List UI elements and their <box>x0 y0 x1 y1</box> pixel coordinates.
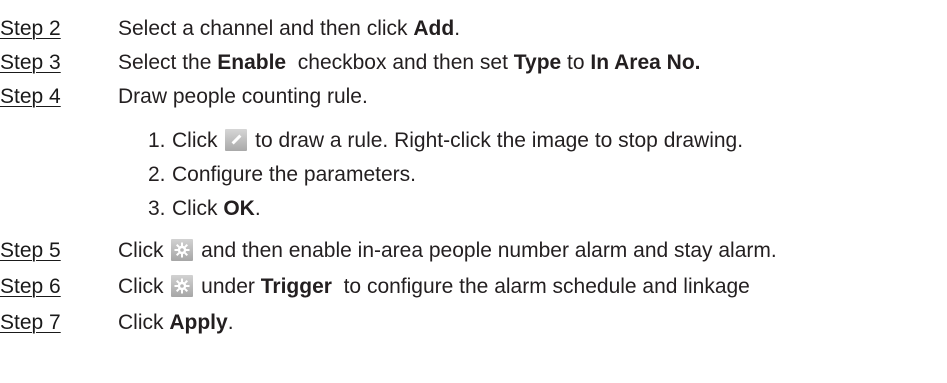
trigger-keyword: Trigger <box>260 275 332 298</box>
apply-keyword: Apply <box>169 311 228 334</box>
step-text: Draw people counting rule. <box>118 85 368 108</box>
step-label: Step 5 <box>0 239 61 262</box>
step-label: Step 7 <box>0 311 61 334</box>
step-label: Step 6 <box>0 275 61 298</box>
in-area-no-keyword: In Area No. <box>590 51 701 74</box>
step-text: Select the Enable checkbox and then set … <box>118 48 700 78</box>
text-segment: Click <box>118 275 170 298</box>
step-text: Click Apply. <box>118 308 234 338</box>
substep-1-row: 1. Click to draw a rule. Right-click the … <box>148 126 743 156</box>
gear-icon <box>171 239 194 261</box>
text-segment: Click <box>118 239 170 262</box>
text-segment: Click <box>172 129 224 152</box>
gear-icon <box>171 275 194 297</box>
text-segment: checkbox and then set <box>286 51 514 74</box>
text-segment: to draw a rule. Right-click the image to… <box>249 129 744 152</box>
text-segment: Click <box>118 311 170 334</box>
pencil-edit-icon <box>225 129 248 151</box>
substep-number: 2. <box>148 163 166 186</box>
text-segment: Configure the parameters. <box>172 163 416 186</box>
step-text: Select a channel and then click Add. <box>118 14 460 44</box>
text-segment: and then enable in-area people number al… <box>195 239 777 262</box>
text-segment: to configure the alarm schedule and link… <box>331 275 750 298</box>
text-segment: under <box>195 275 261 298</box>
text-segment: . <box>227 311 234 334</box>
add-keyword: Add <box>413 17 455 40</box>
text-segment: . <box>454 17 461 40</box>
step-text: Click under Trigger to configure the ala… <box>118 272 750 302</box>
step-label: Step 3 <box>0 51 61 74</box>
text-segment: to <box>561 51 591 74</box>
type-keyword: Type <box>513 51 562 74</box>
step-label: Step 4 <box>0 85 61 108</box>
substep-number: 3. <box>148 197 166 220</box>
substep-number: 1. <box>148 129 166 152</box>
step-label: Step 2 <box>0 17 61 40</box>
enable-keyword: Enable <box>217 51 287 74</box>
text-segment: Click <box>172 197 224 220</box>
ok-keyword: OK <box>223 197 255 220</box>
text-segment: . <box>254 197 261 220</box>
step-text: Click and then enable in-area people num… <box>118 236 777 266</box>
substep-2-row: 2. Configure the parameters. <box>148 160 416 190</box>
text-segment: Select the <box>118 51 218 74</box>
substep-3-row: 3. Click OK. <box>148 194 261 224</box>
text-segment: Select a channel and then click <box>118 17 414 40</box>
